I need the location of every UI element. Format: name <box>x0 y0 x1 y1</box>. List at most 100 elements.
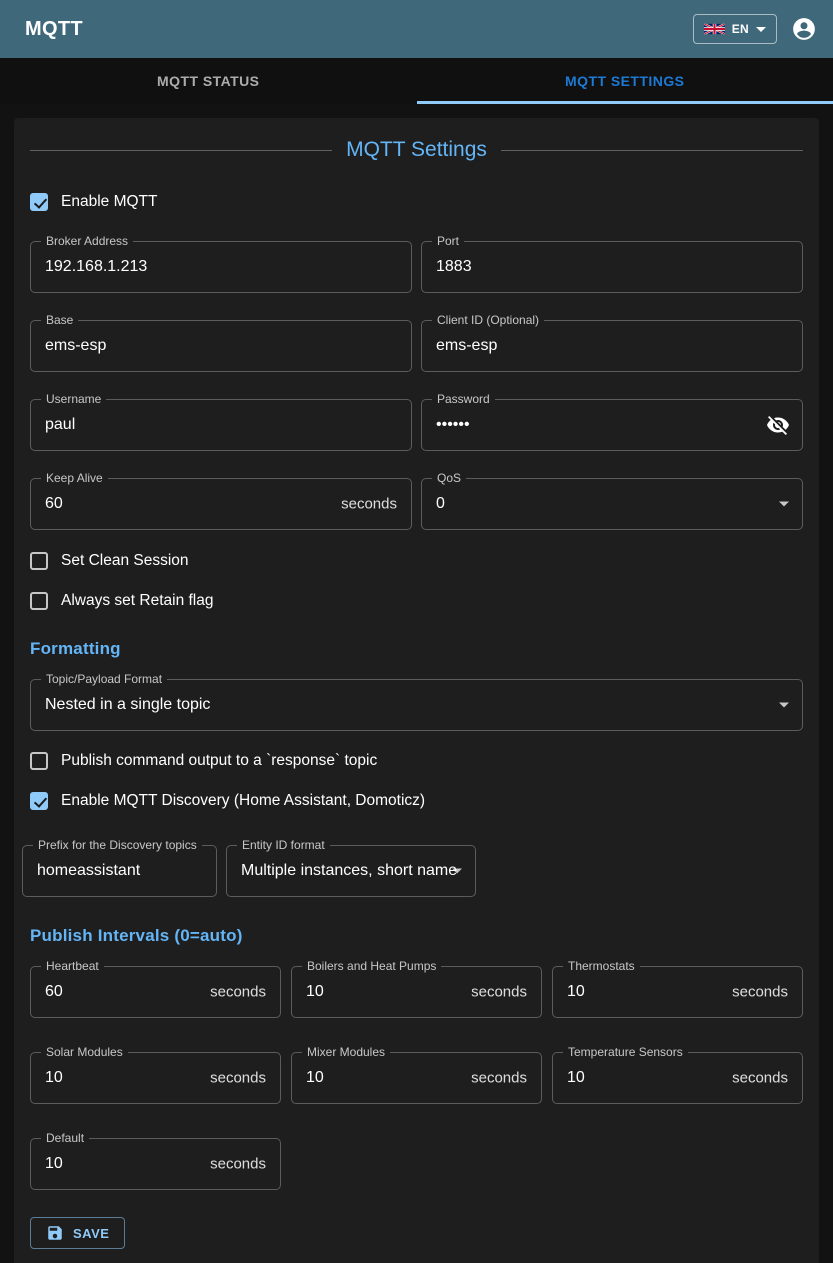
password-field[interactable]: Password <box>421 399 803 451</box>
topic-format-select-value[interactable]: Nested in a single topic <box>31 680 802 730</box>
field-label: Solar Modules <box>41 1045 128 1059</box>
account-button[interactable] <box>791 16 817 42</box>
chevron-down-icon <box>756 27 766 32</box>
save-icon <box>46 1224 64 1242</box>
unit-suffix: seconds <box>341 496 397 513</box>
username-password-row: Username Password <box>30 399 803 451</box>
tab-bar: MQTT STATUS MQTT SETTINGS <box>0 58 833 104</box>
port-field[interactable]: Port <box>421 241 803 293</box>
checkbox-checked-icon <box>30 193 48 211</box>
broker-address-field[interactable]: Broker Address <box>30 241 412 293</box>
field-label: Heartbeat <box>41 959 104 973</box>
response-topic-checkbox[interactable]: Publish command output to a `response` t… <box>30 749 803 773</box>
keepalive-qos-row: Keep Alive seconds QoS 0 <box>30 478 803 530</box>
field-label: Mixer Modules <box>302 1045 390 1059</box>
field-label: Default <box>41 1131 89 1145</box>
publish-intervals-heading: Publish Intervals (0=auto) <box>30 926 803 946</box>
solar-modules-field[interactable]: Solar Modules seconds <box>30 1052 281 1104</box>
enable-mqtt-checkbox[interactable]: Enable MQTT <box>30 190 803 214</box>
broker-address-input[interactable] <box>31 242 411 292</box>
checkbox-unchecked-icon <box>30 752 48 770</box>
checkbox-label: Always set Retain flag <box>61 592 214 610</box>
default-interval-field[interactable]: Default seconds <box>30 1138 281 1190</box>
retain-flag-checkbox[interactable]: Always set Retain flag <box>30 589 803 613</box>
qos-select-value[interactable]: 0 <box>422 479 802 529</box>
topic-format-row: Topic/Payload Format Nested in a single … <box>30 679 803 731</box>
app-header: MQTT EN <box>0 0 833 58</box>
unit-suffix: seconds <box>471 1070 527 1087</box>
keep-alive-field[interactable]: Keep Alive seconds <box>30 478 412 530</box>
chevron-down-icon <box>779 502 789 507</box>
field-label: Username <box>41 392 106 406</box>
discovery-prefix-field[interactable]: Prefix for the Discovery topics <box>22 845 217 897</box>
divider-left <box>30 150 332 151</box>
field-label: Broker Address <box>41 234 133 248</box>
section-title: MQTT Settings <box>346 138 487 162</box>
broker-port-row: Broker Address Port <box>30 241 803 293</box>
field-label: Client ID (Optional) <box>432 313 544 327</box>
uk-flag-icon <box>704 23 725 35</box>
publish-intervals-grid: Heartbeat seconds Boilers and Heat Pumps… <box>30 966 803 1190</box>
checkbox-unchecked-icon <box>30 552 48 570</box>
field-label: Password <box>432 392 495 406</box>
field-label: Temperature Sensors <box>563 1045 688 1059</box>
discovery-options-row: Prefix for the Discovery topics Entity I… <box>22 845 803 897</box>
page-title: MQTT <box>25 18 83 41</box>
base-field[interactable]: Base <box>30 320 412 372</box>
chevron-down-icon <box>779 703 789 708</box>
discovery-prefix-input[interactable] <box>23 846 216 896</box>
checkbox-label: Publish command output to a `response` t… <box>61 752 377 770</box>
tab-mqtt-status[interactable]: MQTT STATUS <box>0 58 417 104</box>
clean-session-checkbox[interactable]: Set Clean Session <box>30 549 803 573</box>
field-label: QoS <box>432 471 466 485</box>
checkbox-label: Enable MQTT <box>61 193 157 211</box>
unit-suffix: seconds <box>210 1156 266 1173</box>
base-input[interactable] <box>31 321 411 371</box>
checkbox-checked-icon <box>30 792 48 810</box>
save-button[interactable]: SAVE <box>30 1217 125 1249</box>
account-circle-icon <box>791 29 817 46</box>
entity-id-select-value[interactable]: Multiple instances, short name <box>227 846 475 896</box>
field-label: Base <box>41 313 78 327</box>
settings-card: MQTT Settings Enable MQTT Broker Address… <box>14 118 819 1263</box>
language-code-label: EN <box>732 22 749 36</box>
client-id-field[interactable]: Client ID (Optional) <box>421 320 803 372</box>
formatting-heading: Formatting <box>30 639 803 659</box>
boilers-field[interactable]: Boilers and Heat Pumps seconds <box>291 966 542 1018</box>
unit-suffix: seconds <box>732 1070 788 1087</box>
language-selector-button[interactable]: EN <box>693 14 777 44</box>
thermostats-field[interactable]: Thermostats seconds <box>552 966 803 1018</box>
password-input[interactable] <box>422 400 802 450</box>
unit-suffix: seconds <box>732 984 788 1001</box>
field-label: Prefix for the Discovery topics <box>33 838 202 852</box>
section-title-row: MQTT Settings <box>30 138 803 162</box>
temperature-sensors-field[interactable]: Temperature Sensors seconds <box>552 1052 803 1104</box>
visibility-off-icon[interactable] <box>766 413 790 437</box>
client-id-input[interactable] <box>422 321 802 371</box>
checkbox-unchecked-icon <box>30 592 48 610</box>
heartbeat-field[interactable]: Heartbeat seconds <box>30 966 281 1018</box>
qos-select[interactable]: QoS 0 <box>421 478 803 530</box>
save-button-label: SAVE <box>73 1226 109 1241</box>
topic-payload-format-select[interactable]: Topic/Payload Format Nested in a single … <box>30 679 803 731</box>
base-clientid-row: Base Client ID (Optional) <box>30 320 803 372</box>
field-label: Boilers and Heat Pumps <box>302 959 441 973</box>
checkbox-label: Enable MQTT Discovery (Home Assistant, D… <box>61 792 425 810</box>
checkbox-label: Set Clean Session <box>61 552 189 570</box>
port-input[interactable] <box>422 242 802 292</box>
username-input[interactable] <box>31 400 411 450</box>
unit-suffix: seconds <box>471 984 527 1001</box>
username-field[interactable]: Username <box>30 399 412 451</box>
field-label: Port <box>432 234 464 248</box>
entity-id-format-select[interactable]: Entity ID format Multiple instances, sho… <box>226 845 476 897</box>
mixer-modules-field[interactable]: Mixer Modules seconds <box>291 1052 542 1104</box>
tab-mqtt-settings[interactable]: MQTT SETTINGS <box>417 58 833 104</box>
field-label: Topic/Payload Format <box>41 672 167 686</box>
unit-suffix: seconds <box>210 984 266 1001</box>
divider-right <box>501 150 803 151</box>
field-label: Keep Alive <box>41 471 108 485</box>
field-label: Entity ID format <box>237 838 330 852</box>
mqtt-discovery-checkbox[interactable]: Enable MQTT Discovery (Home Assistant, D… <box>30 789 803 813</box>
unit-suffix: seconds <box>210 1070 266 1087</box>
field-label: Thermostats <box>563 959 640 973</box>
